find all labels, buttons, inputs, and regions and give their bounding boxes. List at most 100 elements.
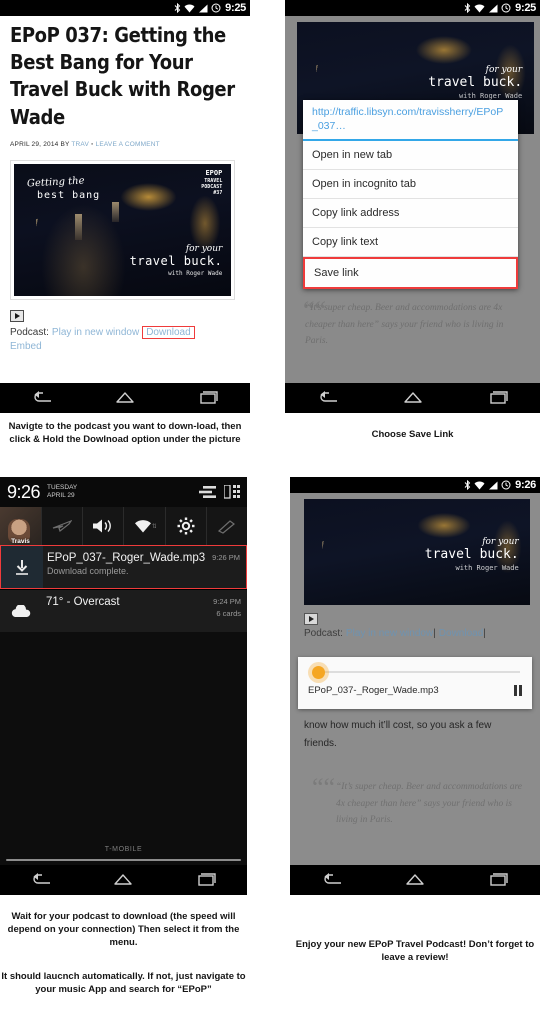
article-body-text: know how much it’ll cost, so you ask a f… xyxy=(304,720,492,749)
player-seek-track[interactable] xyxy=(308,666,522,679)
link-separator-2: | xyxy=(483,628,486,639)
quick-settings-row: Travis ⇅ xyxy=(0,507,247,545)
download-link[interactable]: Download xyxy=(439,628,483,639)
caption-panel4: Enjoy your new EPoP Travel Podcast! Don’… xyxy=(295,939,535,964)
notification-subtitle: Download complete. xyxy=(47,566,129,576)
status-bar-panel1: 9:25 xyxy=(0,0,250,16)
shade-drag-handle[interactable] xyxy=(6,859,241,861)
download-icon xyxy=(16,559,28,575)
notification-weather[interactable]: 71° - Overcast 9:24 PM 6 cards xyxy=(0,589,247,632)
status-clock: 9:26 xyxy=(515,479,536,491)
play-in-new-window-link[interactable]: Play in new window xyxy=(346,628,433,639)
podcast-links-row: Podcast: Play in new window | Download | xyxy=(304,628,540,639)
meta-by-label: BY xyxy=(60,140,70,148)
article-quote: “It’s super cheap. Beer and accommodatio… xyxy=(305,303,504,347)
hero-line3: with Roger Wade xyxy=(455,564,519,573)
article-title: EPoP 037: Getting the Best Bang for Your… xyxy=(10,23,235,129)
wifi-icon: ⇅ xyxy=(134,519,156,532)
avatar-name: Travis xyxy=(11,538,30,545)
back-icon[interactable] xyxy=(30,872,52,888)
download-icon-wrap xyxy=(1,546,43,588)
shade-header: 9:26 TUESDAY APRIL 29 xyxy=(0,477,247,507)
bridge-graphic xyxy=(322,506,431,605)
meta-author-link[interactable]: TRAV xyxy=(71,141,89,148)
panel-player: 9:26 for your travel buck. with Roger Wa… xyxy=(290,477,540,895)
airplane-mode-icon xyxy=(52,519,73,532)
recent-apps-icon[interactable] xyxy=(195,872,217,888)
back-icon[interactable] xyxy=(317,390,339,406)
play-button[interactable] xyxy=(10,309,24,322)
back-icon[interactable] xyxy=(321,872,343,888)
meta-separator: ▪ xyxy=(91,140,94,148)
recent-apps-icon[interactable] xyxy=(487,390,509,406)
hero-line1: for your xyxy=(482,537,519,548)
player-seek-handle[interactable] xyxy=(312,666,325,679)
notification-time: 9:26 PM xyxy=(212,553,240,562)
menu-item-copy-link-address[interactable]: Copy link address xyxy=(303,199,518,228)
qs-wifi[interactable]: ⇅ xyxy=(124,507,166,545)
notification-extra: 6 cards xyxy=(216,609,241,618)
podcast-label: Podcast: xyxy=(304,628,343,639)
artwork-badge: EPOP TRAVEL PODCAST #37 xyxy=(201,169,222,197)
nav-bar-panel4 xyxy=(290,865,540,895)
play-in-new-window-link[interactable]: Play in new window xyxy=(52,327,139,338)
volume-icon xyxy=(93,519,112,533)
user-switch-icon[interactable] xyxy=(224,485,240,499)
shade-date-day: APRIL 29 xyxy=(47,492,75,499)
context-menu-url: http://traffic.libsyn.com/travissherry/E… xyxy=(303,100,518,141)
back-icon[interactable] xyxy=(31,390,53,406)
artwork-subtitle: for your travel buck. with Roger Wade xyxy=(130,244,223,277)
artwork-sub-line3: with Roger Wade xyxy=(168,270,223,278)
download-link-highlighted[interactable]: Download xyxy=(142,325,195,339)
embed-link[interactable]: Embed xyxy=(10,341,42,352)
recent-apps-icon[interactable] xyxy=(197,390,219,406)
nav-bar-panel3 xyxy=(0,865,247,895)
article-meta: APRIL 29, 2014 BY TRAV ▪ LEAVE A COMMENT xyxy=(10,141,240,148)
bluetooth-icon xyxy=(464,480,471,490)
signal-icon xyxy=(489,4,498,12)
podcast-artwork: Getting the best bang for your travel bu… xyxy=(10,159,235,300)
meta-comment-link[interactable]: LEAVE A COMMENT xyxy=(96,141,160,148)
audio-player-widget[interactable]: EPoP_037-_Roger_Wade.mp3 xyxy=(298,657,532,709)
embed-row: Embed xyxy=(10,341,240,352)
shade-date-weekday: TUESDAY xyxy=(47,483,78,491)
qs-flashlight[interactable] xyxy=(207,507,247,545)
bluetooth-icon xyxy=(464,3,471,13)
notification-download[interactable]: EPoP_037-_Roger_Wade.mp3 Download comple… xyxy=(0,545,247,589)
notification-title: 71° - Overcast xyxy=(46,596,120,608)
play-button[interactable] xyxy=(304,613,318,625)
play-triangle-icon xyxy=(14,312,20,319)
podcast-label: Podcast: xyxy=(10,326,49,338)
link-separator-1: | xyxy=(433,628,436,639)
signal-icon xyxy=(199,4,208,12)
article-quote: “It’s super cheap. Beer and accommodatio… xyxy=(336,782,523,826)
qs-airplane-mode[interactable] xyxy=(42,507,84,545)
qs-settings[interactable] xyxy=(166,507,207,545)
wifi-icon xyxy=(184,3,195,13)
menu-item-open-in-new-tab[interactable]: Open in new tab xyxy=(303,141,518,170)
qs-volume[interactable] xyxy=(83,507,125,545)
badge-line4: #37 xyxy=(213,190,223,197)
hero-line2: travel buck. xyxy=(428,74,523,90)
menu-item-save-link[interactable]: Save link xyxy=(303,256,518,289)
signal-icon xyxy=(489,481,498,489)
caption-panel3-line1: Wait for your podcast to download (the s… xyxy=(7,911,240,949)
tutorial-screenshot-collage: 9:25 EPoP 037: Getting the Best Bang for… xyxy=(0,0,540,1024)
hero-text: for your travel buck. with Roger Wade xyxy=(428,65,522,100)
recent-apps-icon[interactable] xyxy=(487,872,509,888)
panel-context-menu: 9:25 for your travel buck. with Roger Wa… xyxy=(285,0,540,413)
home-icon[interactable] xyxy=(112,872,134,888)
home-icon[interactable] xyxy=(404,872,426,888)
home-icon[interactable] xyxy=(402,390,424,406)
user-avatar[interactable]: Travis xyxy=(0,507,42,545)
pause-icon[interactable] xyxy=(514,685,522,696)
cloud-icon xyxy=(11,604,31,617)
menu-item-copy-link-text[interactable]: Copy link text xyxy=(303,228,518,257)
status-clock: 9:25 xyxy=(515,2,536,14)
home-icon[interactable] xyxy=(114,390,136,406)
menu-item-open-in-incognito-tab[interactable]: Open in incognito tab xyxy=(303,170,518,199)
wifi-icon xyxy=(474,480,485,489)
status-clock: 9:25 xyxy=(225,2,246,14)
nav-bar-panel2 xyxy=(285,383,540,413)
quick-settings-toggle-icon[interactable] xyxy=(199,485,217,499)
